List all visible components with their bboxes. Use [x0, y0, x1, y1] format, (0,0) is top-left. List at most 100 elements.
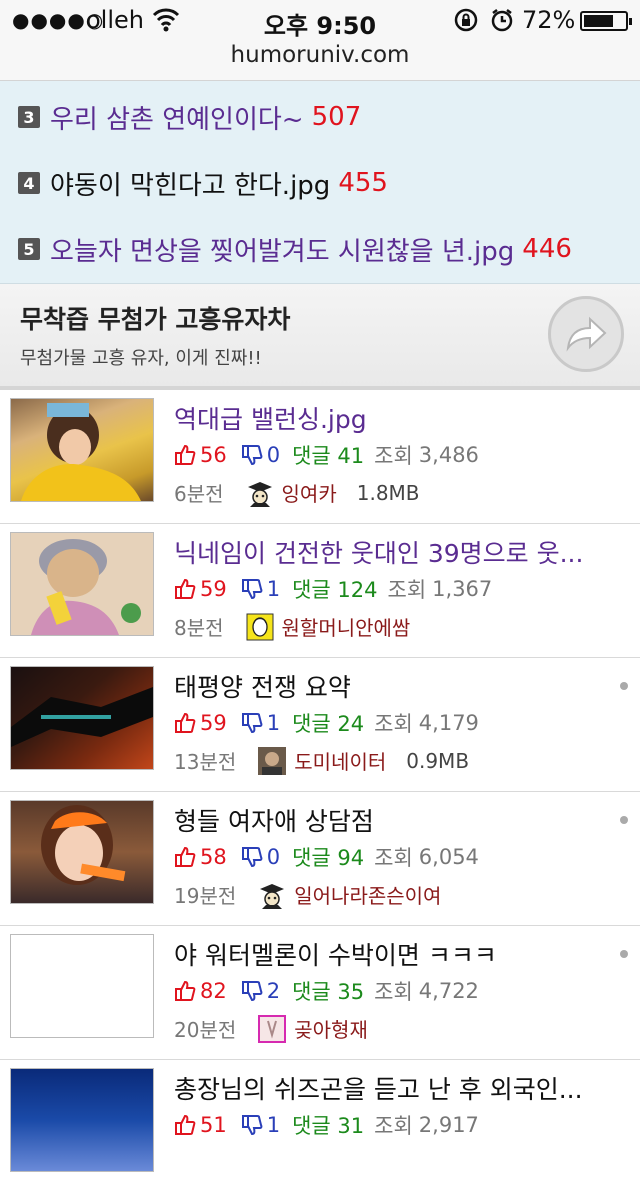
upvote-count: 82 [200, 979, 227, 1003]
ranking-list: 3 우리 삼촌 연예인이다~ 507 4 야동이 막힌다고 한다.jpg 455… [0, 81, 640, 284]
post-meta: 13분전 도미네이터 0.9MB [174, 746, 469, 775]
comment-count: 댓글 24 [292, 712, 365, 736]
status-bar: ●●●●○ olleh 오후 9:50 72% [0, 6, 640, 40]
upvote-count: 51 [200, 1113, 227, 1137]
avatar-pink-icon [258, 1014, 287, 1043]
view-label: 조회 [374, 444, 413, 468]
ranking-item[interactable]: 3 우리 삼촌 연예인이다~ 507 [18, 97, 361, 137]
thumbs-down-icon[interactable] [241, 712, 263, 734]
banner-title: 무착즙 무첨가 고흥유자차 [20, 305, 291, 334]
ranking-count: 455 [338, 168, 388, 198]
comment-count: 댓글 35 [292, 980, 365, 1004]
view-label: 조회 [374, 712, 413, 736]
battery-icon [580, 11, 632, 31]
ranking-item[interactable]: 4 야동이 막힌다고 한다.jpg 455 [18, 163, 388, 203]
downvote-count: 2 [266, 979, 281, 1003]
comment-count: 댓글 124 [292, 578, 378, 602]
grad-cap-icon [260, 883, 285, 909]
post-row[interactable]: 태평양 전쟁 요약 59 1 댓글 24 조회 4,179 13분전 도미네이터… [0, 658, 640, 792]
thumbs-up-icon[interactable] [174, 980, 196, 1002]
post-row[interactable]: 형들 여자애 상담점 58 0 댓글 94 조회 6,054 19분전 일어나라… [0, 792, 640, 926]
rotation-lock-icon [454, 8, 478, 32]
downvote-count: 1 [266, 711, 281, 735]
view-count: 2,917 [418, 1113, 479, 1137]
downvote-count: 0 [266, 443, 281, 467]
file-size: 1.8MB [356, 480, 420, 505]
post-stats: 56 0 댓글 41 조회 3,486 [174, 440, 479, 470]
post-row[interactable]: 닉네임이 건전한 웃대인 39명으로 웃... 59 1 댓글 124 조회 1… [0, 524, 640, 658]
address-bar[interactable]: humoruniv.com [0, 42, 640, 68]
thumbs-down-icon[interactable] [241, 846, 263, 868]
thumbs-down-icon[interactable] [241, 578, 263, 600]
thumbs-down-icon[interactable] [241, 980, 263, 1002]
post-time: 20분전 [174, 1018, 237, 1042]
downvote-count: 1 [266, 577, 281, 601]
ranking-count: 446 [522, 234, 572, 264]
post-title[interactable]: 야 워터멜론이 수박이면 ㅋㅋㅋ [174, 936, 610, 972]
post-thumbnail[interactable] [10, 1068, 154, 1172]
new-indicator-dot [620, 816, 628, 824]
new-indicator-dot [620, 950, 628, 958]
upvote-count: 58 [200, 845, 227, 869]
ranking-count: 507 [311, 102, 362, 132]
upvote-count: 59 [200, 577, 227, 601]
thumbs-up-icon[interactable] [174, 712, 196, 734]
file-size: 0.9MB [406, 748, 470, 773]
post-meta: 20분전 곶아형재 [174, 1014, 388, 1043]
post-stats: 82 2 댓글 35 조회 4,722 [174, 976, 479, 1006]
avatar-sketch-icon [246, 613, 274, 640]
post-thumbnail[interactable] [10, 934, 154, 1038]
thumbs-up-icon[interactable] [174, 444, 196, 466]
post-row[interactable]: 역대급 밸런싱.jpg 56 0 댓글 41 조회 3,486 6분전 잉여카 … [0, 390, 640, 524]
post-author[interactable]: 일어나라존슨이여 [294, 880, 441, 909]
post-title[interactable]: 닉네임이 건전한 웃대인 39명으로 웃... [174, 534, 610, 570]
post-thumbnail[interactable] [10, 398, 154, 502]
post-author[interactable]: 원할머니안에쌈 [282, 612, 411, 641]
comment-count: 댓글 41 [292, 444, 365, 468]
post-title[interactable]: 태평양 전쟁 요약 [174, 668, 610, 704]
ranking-item[interactable]: 5 오늘자 면상을 찢어발겨도 시원찮을 년.jpg 446 [18, 229, 572, 269]
post-time: 19분전 [174, 884, 237, 908]
post-time: 6분전 [174, 482, 224, 506]
thumbs-down-icon[interactable] [241, 444, 263, 466]
post-title[interactable]: 역대급 밸런싱.jpg [174, 400, 610, 436]
thumbs-up-icon[interactable] [174, 1114, 196, 1136]
promo-banner[interactable]: 무착즙 무첨가 고흥유자차 무첨가물 고흥 유자, 이게 진짜!! [0, 284, 640, 390]
post-thumbnail[interactable] [10, 800, 154, 904]
post-author[interactable]: 도미네이터 [294, 746, 386, 775]
arrow-forward-icon[interactable] [548, 296, 624, 372]
post-stats: 59 1 댓글 124 조회 1,367 [174, 574, 492, 604]
ranking-title: 우리 삼촌 연예인이다~ [50, 104, 304, 135]
post-title[interactable]: 형들 여자애 상담점 [174, 802, 610, 838]
view-count: 6,054 [418, 845, 479, 869]
post-thumbnail[interactable] [10, 666, 154, 770]
comment-count: 댓글 94 [292, 846, 365, 870]
post-author[interactable]: 곶아형재 [294, 1014, 368, 1043]
rank-badge: 4 [18, 172, 40, 194]
view-count: 4,722 [418, 979, 479, 1003]
post-row[interactable]: 총장님의 쉬즈곤을 듣고 난 후 외국인... 51 1 댓글 31 조회 2,… [0, 1060, 640, 1194]
thumbs-down-icon[interactable] [241, 1114, 263, 1136]
view-label: 조회 [374, 846, 413, 870]
thumbs-up-icon[interactable] [174, 846, 196, 868]
new-indicator-dot [620, 682, 628, 690]
post-thumbnail[interactable] [10, 532, 154, 636]
ranking-title: 야동이 막힌다고 한다.jpg [50, 170, 331, 201]
grad-cap-icon [247, 481, 272, 507]
thumbs-up-icon[interactable] [174, 578, 196, 600]
avatar-photo-icon [258, 746, 287, 775]
post-stats: 59 1 댓글 24 조회 4,179 [174, 708, 479, 738]
rank-badge: 3 [18, 106, 40, 128]
alarm-icon [491, 9, 513, 32]
post-stats: 58 0 댓글 94 조회 6,054 [174, 842, 479, 872]
post-title[interactable]: 총장님의 쉬즈곤을 듣고 난 후 외국인... [174, 1070, 610, 1106]
post-author[interactable]: 잉여카 [282, 478, 337, 507]
upvote-count: 59 [200, 711, 227, 735]
rank-badge: 5 [18, 238, 40, 260]
downvote-count: 1 [266, 1113, 281, 1137]
post-meta: 6분전 잉여카 1.8MB [174, 478, 420, 507]
upvote-count: 56 [200, 443, 227, 467]
post-row[interactable]: 야 워터멜론이 수박이면 ㅋㅋㅋ 82 2 댓글 35 조회 4,722 20분… [0, 926, 640, 1060]
post-meta: 8분전 원할머니안에쌈 [174, 612, 430, 641]
view-label: 조회 [374, 980, 413, 1004]
